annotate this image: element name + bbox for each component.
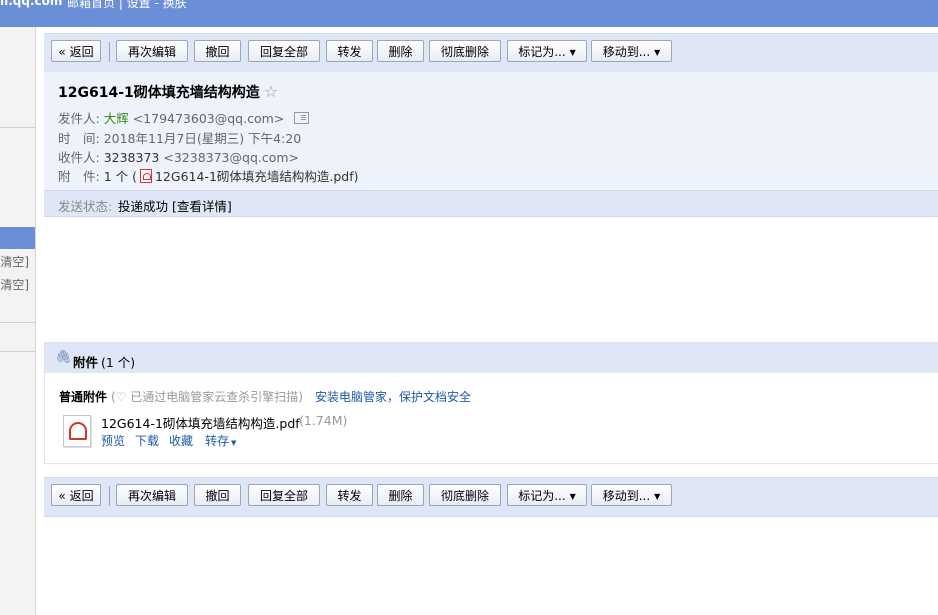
delete-button[interactable]: 删除: [377, 40, 424, 62]
reedit-button[interactable]: 再次编辑: [116, 40, 188, 62]
toolbar-divider: [109, 486, 110, 506]
pdf-icon: [139, 169, 152, 183]
forward-button[interactable]: 转发: [326, 484, 373, 506]
move-to-dropdown[interactable]: 移动到... ▼: [591, 40, 672, 62]
send-status-value[interactable]: 投递成功 [查看详情]: [118, 196, 232, 215]
attachment-kind: 普通附件: [59, 390, 108, 404]
preview-link[interactable]: 预览: [101, 432, 125, 449]
sidebar-clear-link[interactable]: 清空]: [0, 276, 29, 293]
move-to-label: 移动到...: [602, 45, 651, 59]
attachment-label: 附 件:: [58, 169, 100, 184]
mail-subject: 12G614-1砌体填充墙结构构造 ☆: [58, 82, 278, 102]
contact-card-icon[interactable]: [294, 112, 310, 124]
star-icon[interactable]: ☆: [264, 82, 278, 101]
move-to-label: 移动到...: [602, 489, 651, 503]
left-sidebar: 清空] 清空]: [0, 27, 36, 615]
move-to-dropdown[interactable]: 移动到... ▼: [591, 484, 672, 506]
recipient-label: 收件人:: [58, 150, 100, 165]
download-link[interactable]: 下载: [135, 432, 159, 449]
delete-forever-button[interactable]: 彻底删除: [429, 40, 501, 62]
subject-text: 12G614-1砌体填充墙结构构造: [58, 85, 260, 101]
chevron-down-icon: ▼: [569, 492, 576, 501]
recall-button[interactable]: 撤回: [194, 484, 241, 506]
mark-as-dropdown[interactable]: 标记为... ▼: [507, 40, 587, 62]
pdf-file-icon[interactable]: [63, 415, 91, 447]
sender-address: <179473603@qq.com>: [132, 111, 285, 126]
mark-as-label: 标记为...: [518, 45, 566, 59]
reply-all-button[interactable]: 回复全部: [248, 484, 320, 506]
chevron-down-icon: ▼: [231, 439, 237, 447]
sender-name[interactable]: 大辉: [104, 111, 129, 126]
recall-button[interactable]: 撤回: [194, 40, 241, 62]
back-button[interactable]: « 返回: [51, 40, 101, 62]
recipient-name[interactable]: 3238373: [104, 150, 160, 165]
mail-header: 12G614-1砌体填充墙结构构造 ☆ 发件人: 大辉 <179473603@qq…: [44, 72, 938, 190]
attachments-title: 附件: [73, 355, 99, 370]
mark-as-dropdown[interactable]: 标记为... ▼: [507, 484, 587, 506]
chevron-down-icon: ▼: [654, 492, 661, 501]
time-value: 2018年11月7日(星期三) 下午4:20: [103, 131, 302, 146]
install-pc-manager-link[interactable]: 安装电脑管家，保护文档安全: [315, 388, 471, 405]
mark-as-label: 标记为...: [518, 489, 566, 503]
send-status-bar: 发送状态: 投递成功 [查看详情]: [44, 190, 938, 217]
attachments-count: (1 个): [101, 355, 136, 370]
delete-forever-button[interactable]: 彻底删除: [429, 484, 501, 506]
reply-all-button[interactable]: 回复全部: [248, 40, 320, 62]
chevron-down-icon: ▼: [569, 48, 576, 57]
top-toolbar: « 返回 再次编辑 撤回 回复全部 转发 删除 彻底删除 标记为... ▼ 移动到…: [44, 33, 938, 73]
time-label: 时 间:: [58, 131, 100, 146]
sender-row: 发件人: 大辉 <179473603@qq.com>: [58, 108, 310, 127]
forward-button[interactable]: 转发: [326, 40, 373, 62]
time-row: 时 间: 2018年11月7日(星期三) 下午4:20: [58, 128, 301, 147]
bottom-toolbar: « 返回 再次编辑 撤回 回复全部 转发 删除 彻底删除 标记为... ▼ 移动到…: [44, 477, 938, 517]
attachments-panel: 🖇 附件 (1 个) 普通附件 (♡ 已通过电脑管家云查杀引擎扫描) 安装电脑管…: [44, 342, 938, 464]
top-bar: il.qq.com 邮箱首页 | 设置 - 换肤: [0, 0, 938, 27]
sidebar-divider: [0, 127, 35, 128]
top-links[interactable]: 邮箱首页 | 设置 - 换肤: [67, 0, 187, 11]
recipient-row: 收件人: 3238373 <3238373@qq.com>: [58, 147, 299, 166]
sidebar-divider: [0, 351, 35, 352]
attachment-row: 附 件: 1 个 ( 12G614-1砌体填充墙结构构造.pdf): [58, 166, 359, 185]
toolbar-divider: [109, 42, 110, 62]
send-status-label: 发送状态:: [58, 199, 113, 214]
attachments-header: 🖇 附件 (1 个): [45, 343, 938, 373]
reedit-button[interactable]: 再次编辑: [116, 484, 188, 506]
site-domain: il.qq.com: [0, 0, 63, 8]
attachment-count[interactable]: 1 个 (: [104, 169, 137, 184]
attachment-file-name[interactable]: 12G614-1砌体填充墙结构构造.pdf: [101, 413, 300, 432]
save-to-label: 转存: [205, 434, 230, 448]
back-button[interactable]: « 返回: [51, 484, 101, 506]
sidebar-clear-link[interactable]: 清空]: [0, 253, 29, 270]
sidebar-divider: [0, 322, 35, 323]
attachment-file-link[interactable]: 12G614-1砌体填充墙结构构造.pdf): [155, 169, 359, 184]
sender-label: 发件人:: [58, 111, 100, 126]
sidebar-item-active[interactable]: [0, 227, 35, 249]
save-to-dropdown[interactable]: 转存 ▼: [205, 432, 236, 449]
scan-note: (♡ 已通过电脑管家云查杀引擎扫描): [111, 390, 303, 404]
attachment-file-size: (1.74M): [299, 413, 348, 428]
chevron-down-icon: ▼: [654, 48, 661, 57]
delete-button[interactable]: 删除: [377, 484, 424, 506]
recipient-address: <3238373@qq.com>: [163, 150, 300, 165]
paperclip-icon: 🖇: [55, 350, 72, 365]
collect-link[interactable]: 收藏: [169, 432, 193, 449]
